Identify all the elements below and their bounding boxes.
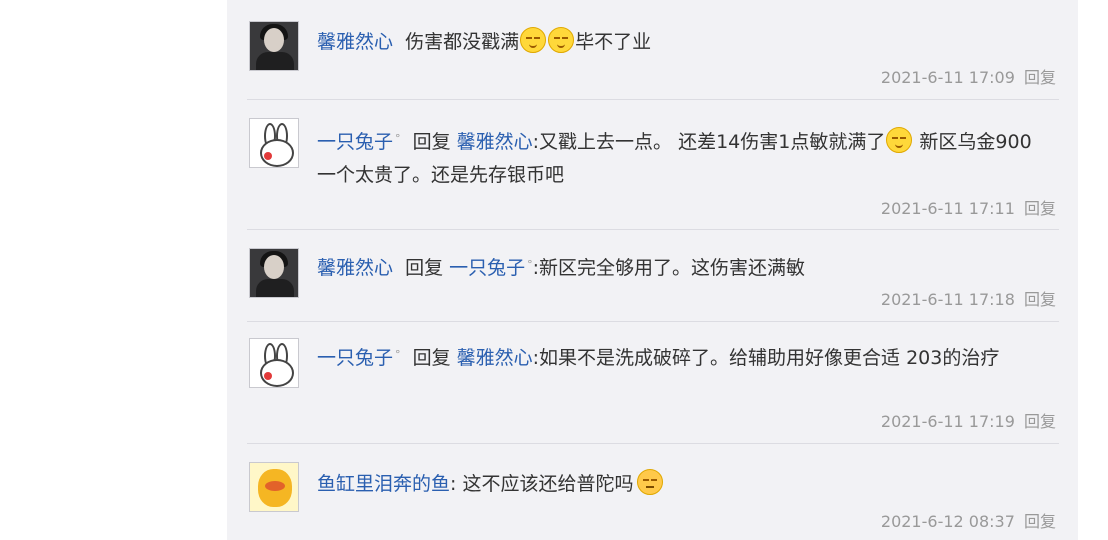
comment-item: 馨雅然心 回复 一只兔子 °:新区完全够用了。这伤害还满敏 2021-6-11 1… (227, 230, 1078, 322)
comment-text: 一只兔子 ° 回复 馨雅然心:如果不是洗成破碎了。给辅助用好像更合适 203的治疗 (317, 338, 1047, 375)
reply-to-link[interactable]: 馨雅然心 (457, 131, 533, 153)
comment-body: :新区完全够用了。这伤害还满敏 (532, 257, 806, 279)
avatar[interactable] (249, 21, 299, 71)
author-link[interactable]: 馨雅然心 (317, 31, 393, 53)
comment-body-start: :又戳上去一点。 还差14伤害1点敏就满了 (532, 131, 886, 153)
reply-word: 回复 (412, 131, 451, 153)
comment-meta: 2021-6-11 17:11 回复 (881, 195, 1056, 219)
avatar[interactable] (249, 462, 299, 512)
reply-to-link[interactable]: 馨雅然心 (457, 347, 533, 369)
comment-text: 一只兔子 ° 回复 馨雅然心:又戳上去一点。 还差14伤害1点敏就满了 新区乌金9… (317, 122, 1047, 192)
reply-button[interactable]: 回复 (1024, 290, 1056, 309)
timestamp: 2021-6-11 17:19 (880, 412, 1015, 431)
comment-body-start: 伤害都没戳满 (405, 31, 520, 53)
comment-body: :如果不是洗成破碎了。给辅助用好像更合适 203的治疗 (532, 347, 1000, 369)
comment-meta: 2021-6-12 08:37 回复 (881, 508, 1056, 532)
meh-emoji-icon (637, 469, 664, 495)
smile-emoji-icon (520, 27, 547, 53)
author-link[interactable]: 鱼缸里泪奔的鱼 (317, 473, 450, 495)
reply-button[interactable]: 回复 (1024, 68, 1056, 87)
comment-item: 一只兔子 ° 回复 馨雅然心:又戳上去一点。 还差14伤害1点敏就满了 新区乌金9… (227, 100, 1078, 230)
reply-button[interactable]: 回复 (1024, 199, 1056, 218)
timestamp: 2021-6-11 17:09 (880, 68, 1015, 87)
reply-to-link[interactable]: 一只兔子 (449, 257, 525, 279)
comment-item: 一只兔子 ° 回复 馨雅然心:如果不是洗成破碎了。给辅助用好像更合适 203的治疗… (227, 322, 1078, 444)
comment-text: 鱼缸里泪奔的鱼: 这不应该还给普陀吗 (317, 468, 1057, 501)
comment-item: 鱼缸里泪奔的鱼: 这不应该还给普陀吗 2021-6-12 08:37 回复 (227, 444, 1078, 540)
timestamp: 2021-6-12 08:37 (880, 512, 1015, 531)
reply-word: 回复 (405, 257, 444, 279)
avatar[interactable] (249, 118, 299, 168)
timestamp: 2021-6-11 17:11 (880, 199, 1015, 218)
reply-word: 回复 (412, 347, 451, 369)
reply-button[interactable]: 回复 (1024, 412, 1056, 431)
timestamp: 2021-6-11 17:18 (880, 290, 1015, 309)
avatar[interactable] (249, 338, 299, 388)
comment-meta: 2021-6-11 17:19 回复 (881, 408, 1056, 432)
smile-emoji-icon (548, 27, 575, 53)
avatar[interactable] (249, 248, 299, 298)
author-suffix: ° (395, 132, 401, 145)
author-link[interactable]: 馨雅然心 (317, 257, 393, 279)
comment-text: 馨雅然心 伤害都没戳满 毕不了业 (317, 26, 1057, 59)
comment-item: 馨雅然心 伤害都没戳满 毕不了业 2021-6-11 17:09 回复 (227, 0, 1078, 100)
author-link[interactable]: 一只兔子 (317, 347, 393, 369)
comment-text: 馨雅然心 回复 一只兔子 °:新区完全够用了。这伤害还满敏 (317, 248, 1057, 285)
author-suffix: ° (395, 348, 401, 361)
comment-meta: 2021-6-11 17:09 回复 (881, 64, 1056, 88)
smile-emoji-icon (886, 127, 913, 153)
comment-meta: 2021-6-11 17:18 回复 (881, 286, 1056, 310)
reply-button[interactable]: 回复 (1024, 512, 1056, 531)
comment-body-end: 毕不了业 (575, 31, 652, 53)
author-link[interactable]: 一只兔子 (317, 131, 393, 153)
comment-body: : 这不应该还给普陀吗 (450, 473, 634, 495)
